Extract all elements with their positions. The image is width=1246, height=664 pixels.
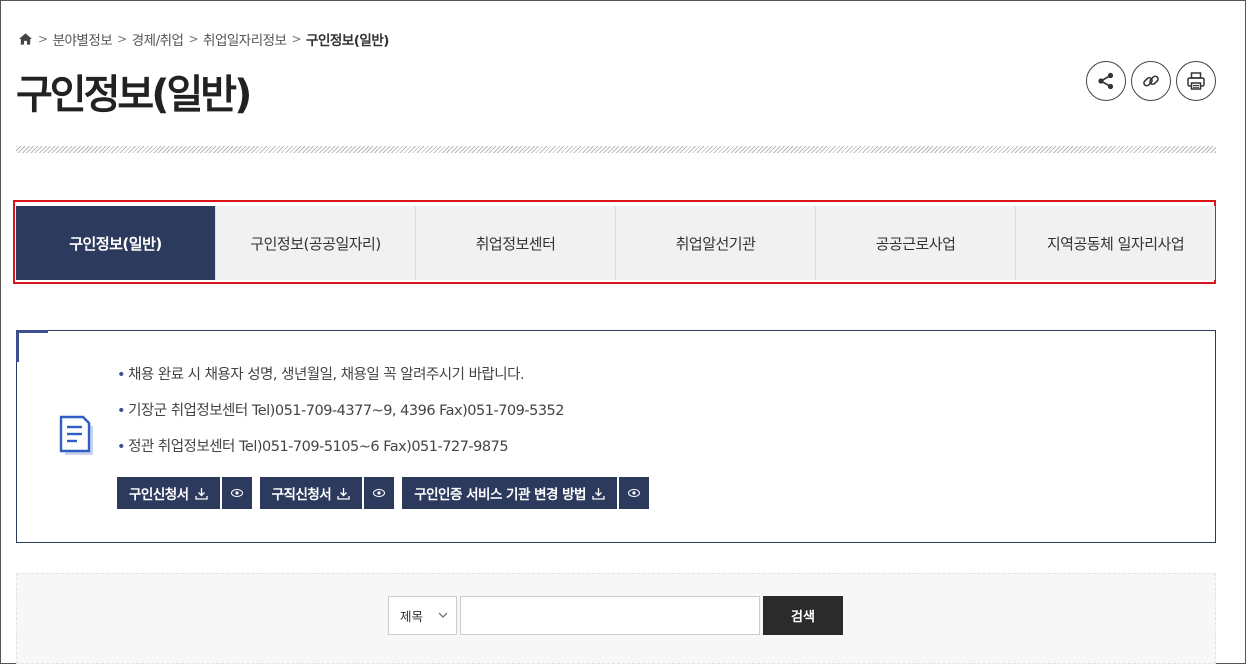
notice-list: 채용 완료 시 채용자 성명, 생년월일, 채용일 꼭 알려주시기 바랍니다. … [117, 363, 564, 471]
notice-item: 정관 취업정보센터 Tel)051-709-5105~6 Fax)051-727… [117, 435, 564, 471]
job-seek-form-download-button[interactable]: 구직신청서 [259, 477, 363, 509]
link-icon [1143, 75, 1159, 87]
eye-icon [373, 489, 386, 497]
download-icon [592, 487, 605, 500]
notice-item: 채용 완료 시 채용자 성명, 생년월일, 채용일 꼭 알려주시기 바랍니다. [117, 363, 564, 399]
title-divider [16, 146, 1216, 153]
tab-placement-agencies[interactable]: 취업알선기관 [616, 206, 816, 280]
notice-item: 기장군 취업정보센터 Tel)051-709-4377~9, 4396 Fax)… [117, 399, 564, 435]
breadcrumb-item-2[interactable]: 경제/취업 [132, 29, 184, 49]
download-buttons: 구인신청서 구직신청서 구인인증 서비스 기관 변경 방법 [117, 477, 657, 509]
print-button[interactable] [1176, 61, 1216, 101]
button-label: 구직신청서 [271, 487, 332, 503]
button-label: 구인신청서 [129, 487, 189, 503]
download-icon [194, 487, 208, 500]
job-offer-form-preview-button[interactable] [221, 477, 252, 509]
info-box-corner [16, 330, 48, 362]
breadcrumb-separator: > [38, 32, 48, 46]
breadcrumb: > 분야별정보 > 경제/취업 > 취업일자리정보 > 구인정보(일반) [18, 29, 389, 49]
breadcrumb-item-3[interactable]: 취업일자리정보 [203, 29, 287, 49]
tab-job-offer-public[interactable]: 구인정보(공공일자리) [216, 206, 416, 280]
chevron-down-icon [438, 612, 448, 618]
job-offer-form-download-button[interactable]: 구인신청서 [117, 477, 220, 509]
breadcrumb-current: 구인정보(일반) [306, 33, 389, 49]
search-button[interactable]: 검색 [763, 596, 843, 635]
job-seek-form-preview-button[interactable] [364, 477, 395, 509]
breadcrumb-separator: > [117, 32, 127, 46]
search-field-value: 제목 [400, 609, 424, 624]
eye-icon [230, 489, 243, 497]
certification-change-guide-download-button[interactable]: 구인인증 서비스 기관 변경 방법 [402, 477, 617, 509]
breadcrumb-item-1[interactable]: 분야별정보 [53, 29, 113, 49]
page-title: 구인정보(일반) [16, 72, 252, 118]
breadcrumb-separator: > [188, 32, 199, 46]
tab-community-jobs[interactable]: 지역공동체 일자리사업 [1016, 206, 1215, 280]
share-button[interactable] [1086, 61, 1126, 101]
document-icon [59, 415, 93, 455]
tab-public-works[interactable]: 공공근로사업 [816, 206, 1016, 280]
share-icon [1098, 72, 1114, 90]
eye-icon [627, 489, 640, 497]
tab-job-offer-general[interactable]: 구인정보(일반) [16, 206, 216, 280]
tab-employment-center[interactable]: 취업정보센터 [416, 206, 616, 280]
info-box: 채용 완료 시 채용자 성명, 생년월일, 채용일 꼭 알려주시기 바랍니다. … [16, 330, 1216, 543]
home-icon[interactable] [18, 32, 33, 46]
tab-menu: 구인정보(일반) 구인정보(공공일자리) 취업정보센터 취업알선기관 공공근로사… [16, 206, 1215, 280]
copy-link-button[interactable] [1131, 61, 1171, 101]
certification-change-guide-preview-button[interactable] [618, 477, 649, 509]
download-icon [337, 487, 350, 500]
search-field-select[interactable]: 제목 [388, 596, 457, 635]
search-input[interactable] [460, 596, 760, 635]
print-icon [1187, 72, 1205, 90]
page-tools [1086, 61, 1216, 101]
breadcrumb-separator: > [291, 32, 302, 46]
button-label: 구인인증 서비스 기관 변경 방법 [414, 487, 586, 503]
